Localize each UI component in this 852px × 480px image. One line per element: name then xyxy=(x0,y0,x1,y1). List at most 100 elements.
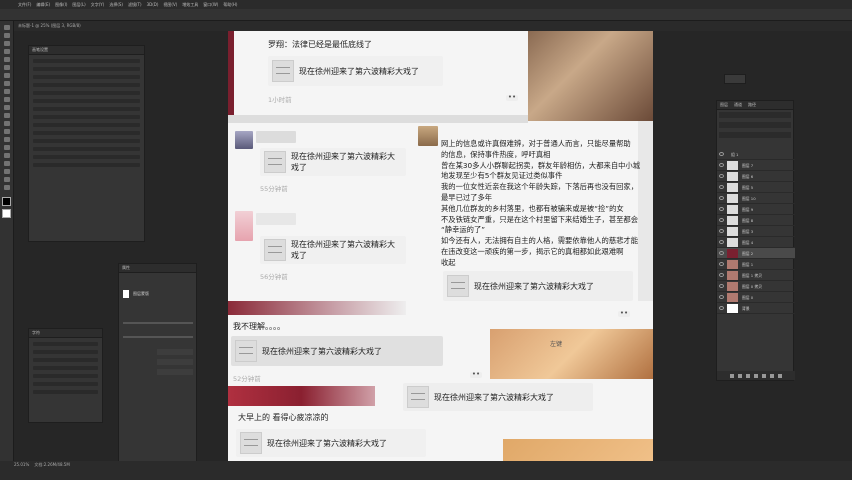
dodge-tool-icon[interactable] xyxy=(3,137,10,142)
eye-icon[interactable] xyxy=(719,163,724,167)
invert-button[interactable] xyxy=(157,369,193,375)
menu-layer[interactable]: 图层(L) xyxy=(72,0,85,9)
setting-row[interactable] xyxy=(33,163,140,167)
marquee-tool-icon[interactable] xyxy=(3,33,10,38)
eye-icon[interactable] xyxy=(719,251,724,255)
font-size-field[interactable] xyxy=(33,350,98,354)
lasso-tool-icon[interactable] xyxy=(3,41,10,46)
layer-row[interactable]: 背景 xyxy=(717,303,795,314)
select-and-mask-button[interactable] xyxy=(157,349,193,355)
document-tab[interactable]: 未标题-1 @ 25% (图层 3, RGB/8) xyxy=(14,21,852,31)
layer-row[interactable]: 图层 10 xyxy=(717,193,795,204)
font-family-field[interactable] xyxy=(33,342,98,346)
menu-select[interactable]: 选择(S) xyxy=(109,0,123,9)
setting-row[interactable] xyxy=(33,123,140,127)
layer-row[interactable]: 图层 6 xyxy=(717,171,795,182)
layer-row[interactable]: 图层 0 拷贝 xyxy=(717,281,795,292)
path-select-icon[interactable] xyxy=(3,161,10,166)
eye-icon[interactable] xyxy=(719,229,724,233)
color-range-button[interactable] xyxy=(157,359,193,365)
menu-image[interactable]: 图像(I) xyxy=(55,0,67,9)
setting-row[interactable] xyxy=(33,115,140,119)
collapse-link[interactable]: 收起 xyxy=(441,258,653,269)
setting-row[interactable] xyxy=(33,131,140,135)
more-button[interactable]: •• xyxy=(470,371,482,378)
menu-plugins[interactable]: 增效工具 xyxy=(182,0,198,9)
eye-icon[interactable] xyxy=(719,240,724,244)
tab-layers[interactable]: 图层 xyxy=(720,101,728,109)
menu-help[interactable]: 帮助(H) xyxy=(223,0,237,9)
layer-filter-row[interactable] xyxy=(719,112,791,118)
setting-row[interactable] xyxy=(33,75,140,79)
layer-row[interactable]: 图层 7 xyxy=(717,160,795,171)
setting-row[interactable] xyxy=(33,99,140,103)
move-tool-icon[interactable] xyxy=(3,25,10,30)
fx-icon[interactable] xyxy=(738,373,742,378)
menu-file[interactable]: 文件(F) xyxy=(18,0,31,9)
more-button[interactable]: •• xyxy=(506,94,518,101)
adjustment-icon[interactable] xyxy=(754,373,758,378)
link-card[interactable]: 现在徐州迎来了第六波精彩大戏了 xyxy=(260,236,406,264)
frame-tool-icon[interactable] xyxy=(3,65,10,70)
new-group-icon[interactable] xyxy=(762,373,766,378)
setting-row[interactable] xyxy=(33,139,140,143)
layer-row[interactable]: 图层 5 xyxy=(717,182,795,193)
eye-icon[interactable] xyxy=(719,185,724,189)
layer-row-selected[interactable]: 图层 2 xyxy=(717,248,795,259)
quick-select-tool-icon[interactable] xyxy=(3,49,10,54)
eye-icon[interactable] xyxy=(719,284,724,288)
layer-row[interactable]: 图层 4 xyxy=(717,237,795,248)
zoom-tool-icon[interactable] xyxy=(3,185,10,190)
eye-icon[interactable] xyxy=(719,152,724,156)
style-buttons[interactable] xyxy=(33,390,98,394)
blur-tool-icon[interactable] xyxy=(3,129,10,134)
trash-icon[interactable] xyxy=(778,373,782,378)
eye-icon[interactable] xyxy=(719,306,724,310)
add-mask-icon[interactable] xyxy=(746,373,750,378)
menu-filter[interactable]: 滤镜(T) xyxy=(128,0,142,9)
setting-row[interactable] xyxy=(33,155,140,159)
eye-icon[interactable] xyxy=(719,295,724,299)
menu-window[interactable]: 窗口(W) xyxy=(203,0,218,9)
link-card[interactable]: 现在徐州迎来了第六波精彩大戏了 xyxy=(231,336,443,366)
link-card[interactable]: 现在徐州迎来了第六波精彩大戏了 xyxy=(236,429,426,457)
layer-row[interactable]: 图层 1 拷贝 xyxy=(717,270,795,281)
layer-row[interactable]: 图层 9 xyxy=(717,204,795,215)
layer-row[interactable]: 图层 3 xyxy=(717,226,795,237)
lock-row[interactable] xyxy=(719,132,791,138)
more-button[interactable]: •• xyxy=(618,310,630,317)
tab-channels[interactable]: 通道 xyxy=(734,101,742,109)
healing-tool-icon[interactable] xyxy=(3,81,10,86)
menu-view[interactable]: 视图(V) xyxy=(163,0,177,9)
link-card[interactable]: 现在徐州迎来了第六波精彩大戏了 xyxy=(260,148,406,176)
eraser-tool-icon[interactable] xyxy=(3,113,10,118)
leading-field[interactable] xyxy=(33,358,98,362)
eye-icon[interactable] xyxy=(719,174,724,178)
eyedropper-tool-icon[interactable] xyxy=(3,73,10,78)
scale-field[interactable] xyxy=(33,374,98,378)
eye-icon[interactable] xyxy=(719,273,724,277)
setting-row[interactable] xyxy=(33,91,140,95)
setting-row[interactable] xyxy=(33,107,140,111)
density-slider[interactable] xyxy=(123,322,193,324)
layer-row[interactable]: 组 1 xyxy=(717,149,795,160)
pen-tool-icon[interactable] xyxy=(3,145,10,150)
foreground-color-swatch[interactable] xyxy=(2,197,11,206)
crop-tool-icon[interactable] xyxy=(3,57,10,62)
link-card[interactable]: 现在徐州迎来了第六波精彩大戏了 xyxy=(268,56,443,86)
background-color-swatch[interactable] xyxy=(2,209,11,218)
hand-tool-icon[interactable] xyxy=(3,177,10,182)
zoom-level[interactable]: 25.01% xyxy=(14,462,29,467)
menu-type[interactable]: 文字(Y) xyxy=(91,0,105,9)
setting-row[interactable] xyxy=(33,59,140,63)
eye-icon[interactable] xyxy=(719,196,724,200)
link-layers-icon[interactable] xyxy=(730,373,734,378)
eye-icon[interactable] xyxy=(719,262,724,266)
layer-row[interactable]: 图层 8 xyxy=(717,215,795,226)
setting-row[interactable] xyxy=(33,147,140,151)
tracking-field[interactable] xyxy=(33,366,98,370)
link-card[interactable]: 现在徐州迎来了第六波精彩大戏了 xyxy=(403,383,593,411)
eye-icon[interactable] xyxy=(719,218,724,222)
color-field[interactable] xyxy=(33,382,98,386)
new-layer-icon[interactable] xyxy=(770,373,774,378)
